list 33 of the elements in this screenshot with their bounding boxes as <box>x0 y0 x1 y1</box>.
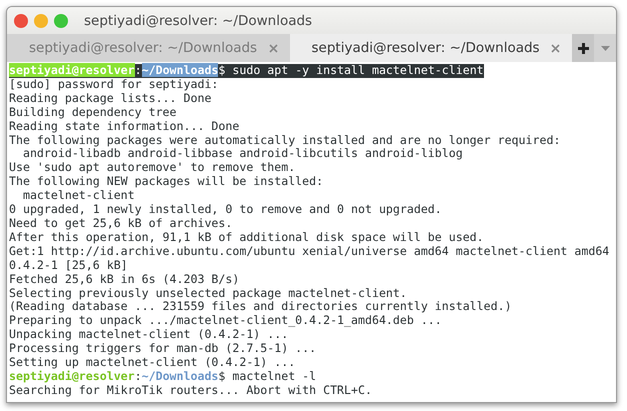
prompt-line: septiyadi@resolver:~/Downloads$ mactelnet -l <box>9 370 316 384</box>
output-line: 0 upgraded, 1 newly installed, 0 to remove and 0 not upgraded. <box>9 203 442 217</box>
output-line: Searching for MikroTik routers... Abort with CTRL+C. <box>9 384 372 398</box>
tab[interactable]: septiyadi@resolver: ~/Downloads <box>290 34 572 62</box>
close-icon[interactable] <box>551 44 560 52</box>
close-icon[interactable] <box>268 44 278 52</box>
maximize-icon[interactable] <box>54 14 68 28</box>
plus-icon <box>578 42 588 54</box>
output-line: Unpacking mactelnet-client (0.4.2-1) ... <box>9 328 288 342</box>
output-line: Reading package lists... Done <box>9 92 212 106</box>
output-line: Setting up mactelnet-client (0.4.2-1) ... <box>9 356 296 370</box>
output-line: Need to get 25,6 kB of archives. <box>9 216 232 231</box>
output-line: Get:1 http://id.archive.ubuntu.com/ubuntu xenial/universe amd64 mactelnet-client amd64 <box>9 244 610 259</box>
output-line: Fetched 25,6 kB in 6s (4.203 B/s) <box>9 272 240 286</box>
caret-icon <box>600 46 610 50</box>
output-line: After this operation, 91,1 kB of additional disk space will be used. <box>9 230 484 245</box>
output-line: [sudo] password for septiyadi: <box>9 78 218 92</box>
new-tab-button[interactable] <box>572 34 594 62</box>
output-line: Preparing to unpack .../mactelnet-client_0.4.2-1_amd64.deb ... <box>9 314 442 328</box>
minimize-icon[interactable] <box>34 14 48 28</box>
output-line: The following packages were automatically installed and are no longer required: <box>9 134 560 148</box>
close-icon[interactable] <box>14 14 28 28</box>
output-line: (Reading database ... 231559 files and directories currently installed.) <box>9 300 512 314</box>
window-title: septiyadi@resolver: ~/Downloads <box>84 12 312 28</box>
output-line: Processing triggers for man-db (2.7.5-1) ... <box>9 342 316 356</box>
output-line: The following NEW packages will be installed: <box>9 175 324 190</box>
output-line: android-libadb android-libbase android-libcutils android-liblog <box>22 147 463 162</box>
output-line: Use 'sudo apt autoremove' to remove them. <box>9 161 296 176</box>
output-line: mactelnet-client <box>22 189 135 204</box>
output-line: Reading state information... Done <box>9 120 240 134</box>
output-line: Selecting previously unselected package mactelnet-client. <box>9 286 407 300</box>
output-line: 0.4.2-1 [25,6 kB] <box>9 258 128 273</box>
output-line: Building dependency tree <box>9 106 177 120</box>
